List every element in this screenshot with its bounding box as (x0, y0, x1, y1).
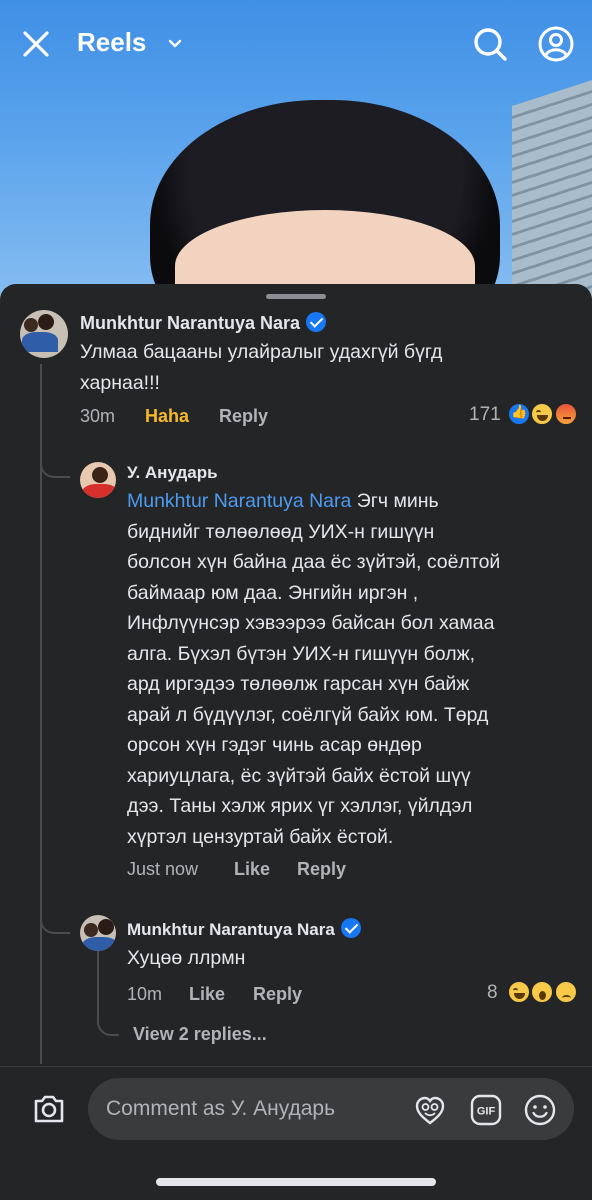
comment-line: болсон хүн байна даа ёс зүйтэй, соёлтой (127, 551, 501, 573)
comment-time: 30m (80, 406, 116, 426)
home-indicator[interactable] (156, 1178, 436, 1186)
angry-reaction-icon (554, 402, 578, 426)
comment-line: хүртэл цензуртай байх ёстой. (127, 825, 394, 848)
author-name[interactable]: Munkhtur Narantuya Nara (80, 313, 300, 333)
comment-line: хариуцлага, ёс зүйтэй байх ёстой шүү (127, 764, 471, 787)
search-icon[interactable] (470, 24, 510, 64)
comment-author[interactable]: Munkhtur Narantuya Nara (80, 312, 327, 334)
comment-time: Just now (127, 859, 199, 879)
building-image (512, 80, 592, 300)
comment-line: биднийг төлөөлөөд УИХ-н гишүүн (127, 520, 435, 543)
thread-branch-3 (97, 1006, 119, 1036)
sad-reaction-icon (554, 980, 578, 1004)
comment-line: алга. Бүхэл бүтэн УИХ-н гишүүн болж, (127, 642, 476, 665)
comment-line: орсон хүн гэдэг чинь асар өндөр (127, 734, 422, 756)
mention-link[interactable]: Munkhtur Narantuya Nara (127, 490, 351, 512)
sheet-drag-handle[interactable] (266, 294, 326, 299)
author-name[interactable]: Munkhtur Narantuya Nara (127, 920, 335, 939)
avatar[interactable] (80, 915, 116, 951)
comment-line: дээ. Таны хэлж ярих үг хэллэг, үйлдэл (127, 795, 473, 817)
profile-icon[interactable] (536, 24, 576, 64)
comment-text: Хуцөө ллрмн (127, 947, 246, 969)
comment-line: баймаар юм даа. Энгийн иргэн , (127, 581, 419, 604)
gif-icon[interactable]: GIF (469, 1093, 503, 1127)
reaction-haha-button[interactable]: Haha (145, 406, 189, 427)
reply-button[interactable]: Reply (253, 984, 302, 1005)
emoji-icon[interactable] (523, 1093, 557, 1127)
thread-line-reply (97, 946, 99, 1006)
reaction-count[interactable]: 171 (469, 404, 501, 426)
haha-reaction-icon (507, 980, 531, 1004)
comment-line: харнаа!!! (80, 371, 160, 394)
haha-reaction-icon (530, 402, 554, 426)
close-icon[interactable] (20, 28, 52, 60)
comment-line: Улмаа бацааны улайралыг удахгүй бүгд (80, 341, 443, 363)
comment-line: Munkhtur Narantuya Nara Эгч минь (127, 490, 439, 512)
reply-button[interactable]: Reply (297, 859, 346, 880)
thread-branch-2 (40, 864, 70, 934)
comment-line: Инфлүүнсэр хэвээрээ байсан бол хамаа (127, 612, 495, 634)
comment-author[interactable]: Munkhtur Narantuya Nara (127, 918, 361, 940)
reply-button[interactable]: Reply (219, 406, 268, 427)
like-reaction-icon (507, 402, 531, 426)
comment-input-placeholder[interactable]: Comment as У. Анударь (106, 1097, 335, 1121)
reels-header: Reels (0, 0, 592, 90)
like-button[interactable]: Like (189, 984, 225, 1005)
gif-label: GIF (477, 1106, 496, 1118)
verified-badge-icon (340, 918, 361, 938)
view-replies-link[interactable]: View 2 replies... (133, 1024, 267, 1045)
camera-icon[interactable] (30, 1090, 68, 1128)
comment-line: арай л бүдүүлэг, соёлгүй байх юм. Төрд (127, 703, 489, 726)
reaction-count[interactable]: 8 (487, 982, 498, 1004)
avatar[interactable] (80, 462, 116, 498)
comment-text: Улмаа бацааны улайралыг удахгүй бүгд хар… (80, 337, 442, 398)
comment-time: 10m (127, 984, 163, 1004)
chevron-down-icon[interactable] (166, 35, 184, 53)
sticker-icon[interactable] (413, 1093, 447, 1127)
page-title[interactable]: Reels (77, 27, 146, 58)
thread-branch-1 (40, 444, 70, 478)
verified-badge-icon (306, 312, 327, 332)
comment-line: ард иргэдээ төлөөлж гарсан хүн байж (127, 673, 470, 695)
wow-reaction-icon (530, 980, 554, 1004)
comment-author[interactable]: У. Анударь (127, 463, 218, 483)
comment-text: Munkhtur Narantuya Nara Эгч минь биднийг… (127, 486, 577, 852)
avatar[interactable] (20, 310, 68, 358)
like-button[interactable]: Like (234, 859, 270, 880)
